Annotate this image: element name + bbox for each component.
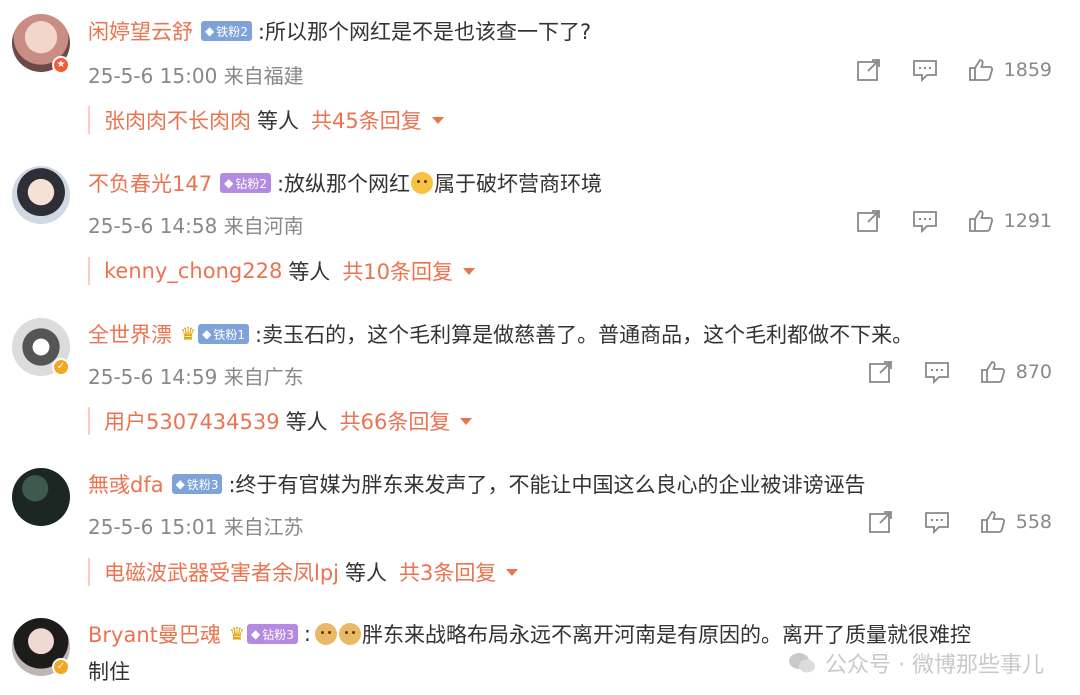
username[interactable]: 闲婷望云舒 <box>88 16 193 46</box>
comment-time: 25-5-6 14:58 <box>88 214 218 238</box>
fan-badge-label: 铁粉2 <box>216 24 248 39</box>
comment-text-wrap: 制住 <box>88 660 130 684</box>
like-button[interactable]: 558 <box>980 510 1052 534</box>
comment-location: 来自河南 <box>223 214 304 238</box>
fan-badge: ◆ 铁粉2 <box>201 21 252 41</box>
diamond-icon: ◆ <box>205 24 215 38</box>
fan-badge-label: 铁粉1 <box>213 327 246 342</box>
thumbs-up-icon <box>980 361 1005 383</box>
fan-badge: ◆ 钻粉3 <box>247 624 298 644</box>
like-count: 1859 <box>1003 59 1052 81</box>
comment-icon[interactable] <box>912 58 938 82</box>
diamond-icon: ◆ <box>251 627 261 641</box>
fan-badge: ◆ 铁粉1 <box>198 324 250 344</box>
wechat-icon <box>789 653 816 673</box>
reply-count[interactable]: 共10条回复 <box>342 256 453 286</box>
diamond-icon: ◆ <box>224 176 234 190</box>
watermark: 公众号 · 微博那些事儿 <box>787 647 1044 679</box>
comment-text: :终于有官媒为胖东来发声了，不能让中国这么良心的企业被诽谤诬告 <box>228 473 866 497</box>
comment-time: 25-5-6 15:00 <box>88 64 218 88</box>
avatar[interactable] <box>12 166 70 224</box>
comment-icon[interactable] <box>912 209 938 233</box>
username[interactable]: 全世界漂 <box>88 319 172 349</box>
comment-location: 来自广东 <box>223 365 304 389</box>
comment-meta: 25-5-6 14:58 来自河南 <box>88 210 304 239</box>
comment-text-cont: 胖东来战略布局永远不离开河南是有原因的。离开了质量就很难控 <box>361 623 971 647</box>
share-icon[interactable] <box>856 209 882 233</box>
thumbs-up-icon <box>968 210 993 232</box>
comment-meta: 25-5-6 15:00 来自福建 <box>88 60 304 89</box>
reply-count[interactable]: 共3条回复 <box>399 557 496 587</box>
reply-user[interactable]: kenny_chong228 <box>104 259 282 283</box>
comment-text: : <box>303 622 311 646</box>
share-icon[interactable] <box>868 360 894 384</box>
comment-text: :所以那个网红是不是也该查一下了? <box>257 20 592 44</box>
watermark-text: 公众号 · 微博那些事儿 <box>825 653 1044 678</box>
comment-location: 来自福建 <box>223 64 304 88</box>
fan-badge-label: 钻粉3 <box>262 627 294 642</box>
like-button[interactable]: 1859 <box>968 58 1052 82</box>
comment-text-cont: 属于破坏营商环境 <box>434 172 603 196</box>
comment-time: 25-5-6 14:59 <box>88 365 218 389</box>
username[interactable]: Bryant曼巴魂 <box>88 619 221 649</box>
comment-actions: 870 <box>868 360 1052 384</box>
crown-icon: ♛ <box>228 623 246 645</box>
caret-down-icon[interactable] <box>506 568 519 576</box>
reply-etc: 等人 <box>345 561 387 585</box>
comment-actions: 558 <box>868 510 1052 534</box>
comment-actions: 1859 <box>856 58 1052 82</box>
reply-summary[interactable]: 电磁波武器受害者余凤lpj 等人 共3条回复 <box>88 557 519 587</box>
verified-badge-icon: ✓ <box>52 358 70 376</box>
reply-etc: 等人 <box>285 410 328 434</box>
verified-badge-icon: ★ <box>52 56 70 74</box>
reply-user[interactable]: 电磁波武器受害者余凤lpj <box>104 557 339 587</box>
comment-text: :卖玉石的，这个毛利算是做慈善了。普通商品，这个毛利都做不下来。 <box>255 323 914 347</box>
verified-badge-icon: ✓ <box>52 658 70 676</box>
fan-badge: ◆ 钻粉2 <box>220 173 271 193</box>
comment-icon[interactable] <box>924 510 950 534</box>
fan-badge-label: 钻粉2 <box>235 176 267 191</box>
caret-down-icon[interactable] <box>431 116 444 124</box>
thumbs-up-icon <box>968 59 993 81</box>
reply-user[interactable]: 用户5307434539 <box>104 406 280 436</box>
caret-down-icon[interactable] <box>460 417 473 425</box>
reply-summary[interactable]: 用户5307434539 等人 共66条回复 <box>88 406 473 436</box>
reply-etc: 等人 <box>257 109 299 133</box>
username[interactable]: 不负春光147 <box>88 168 212 198</box>
diamond-icon: ◆ <box>175 477 185 491</box>
like-count: 558 <box>1015 511 1052 533</box>
like-count: 1291 <box>1003 210 1052 232</box>
comment-meta: 25-5-6 15:01 来自江苏 <box>88 511 304 540</box>
comment-text: :放纵那个网红 <box>276 172 411 196</box>
reply-count[interactable]: 共66条回复 <box>340 406 451 436</box>
fan-badge-label: 铁粉3 <box>186 477 219 492</box>
caret-down-icon[interactable] <box>463 267 476 275</box>
comment-icon[interactable] <box>924 360 950 384</box>
comment-actions: 1291 <box>856 209 1052 233</box>
reply-etc: 等人 <box>288 260 331 284</box>
avatar[interactable] <box>12 468 70 526</box>
doge-emoji-icon <box>314 623 337 645</box>
diamond-icon: ◆ <box>202 327 212 341</box>
emoji-icon <box>411 172 434 194</box>
like-button[interactable]: 870 <box>980 360 1052 384</box>
reply-summary[interactable]: kenny_chong228 等人 共10条回复 <box>88 256 476 286</box>
share-icon[interactable] <box>868 510 894 534</box>
comment-location: 来自江苏 <box>223 515 304 539</box>
reply-user[interactable]: 张肉肉不长肉肉 <box>104 105 251 135</box>
thumbs-up-icon <box>980 511 1005 533</box>
username[interactable]: 無彧dfa <box>88 469 164 499</box>
doge-emoji-icon <box>338 623 361 645</box>
share-icon[interactable] <box>856 58 882 82</box>
comment-meta: 25-5-6 14:59 来自广东 <box>88 361 304 390</box>
reply-summary[interactable]: 张肉肉不长肉肉 等人 共45条回复 <box>88 106 444 134</box>
like-count: 870 <box>1015 361 1052 383</box>
comment-time: 25-5-6 15:01 <box>88 515 218 539</box>
crown-icon: ♛ <box>180 323 197 345</box>
fan-badge: ◆ 铁粉3 <box>171 474 223 494</box>
reply-count[interactable]: 共45条回复 <box>311 105 422 135</box>
like-button[interactable]: 1291 <box>968 209 1052 233</box>
